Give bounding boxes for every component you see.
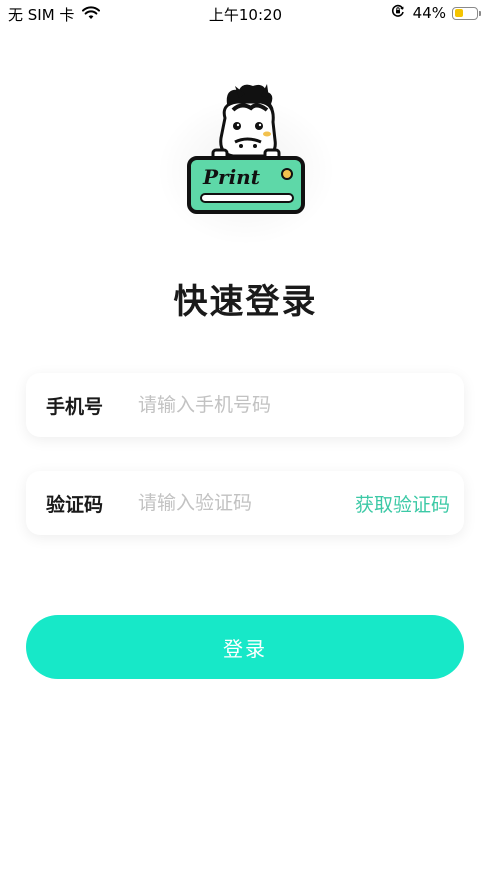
logo-text: Print [202, 165, 261, 189]
battery-level-fill [454, 9, 464, 17]
battery-cap [479, 10, 481, 16]
phone-input[interactable] [138, 394, 450, 416]
battery-icon [452, 6, 478, 20]
code-label: 验证码 [46, 493, 104, 516]
phone-field-card[interactable]: 手机号 [26, 373, 464, 437]
login-screen: 无 SIM 卡 上午10:20 44% Print 快速登录 手机号 请输入手机… [0, 0, 491, 877]
status-bar: 无 SIM 卡 上午10:20 44% [0, 0, 491, 30]
rotation-lock-icon [391, 4, 405, 22]
battery-percent: 44% [412, 4, 446, 22]
login-button[interactable]: 登录 [26, 615, 464, 679]
phone-label: 手机号 [46, 395, 104, 418]
status-right: 44% [391, 4, 481, 22]
app-logo: Print [0, 78, 491, 218]
code-field-card[interactable]: 验证码 获取验证码 [26, 471, 464, 535]
verification-code-input[interactable] [138, 492, 355, 514]
horse-print-logo-icon: Print [186, 84, 305, 214]
page-title: 快速登录 [173, 282, 318, 322]
get-code-button[interactable]: 获取验证码 [355, 490, 450, 517]
